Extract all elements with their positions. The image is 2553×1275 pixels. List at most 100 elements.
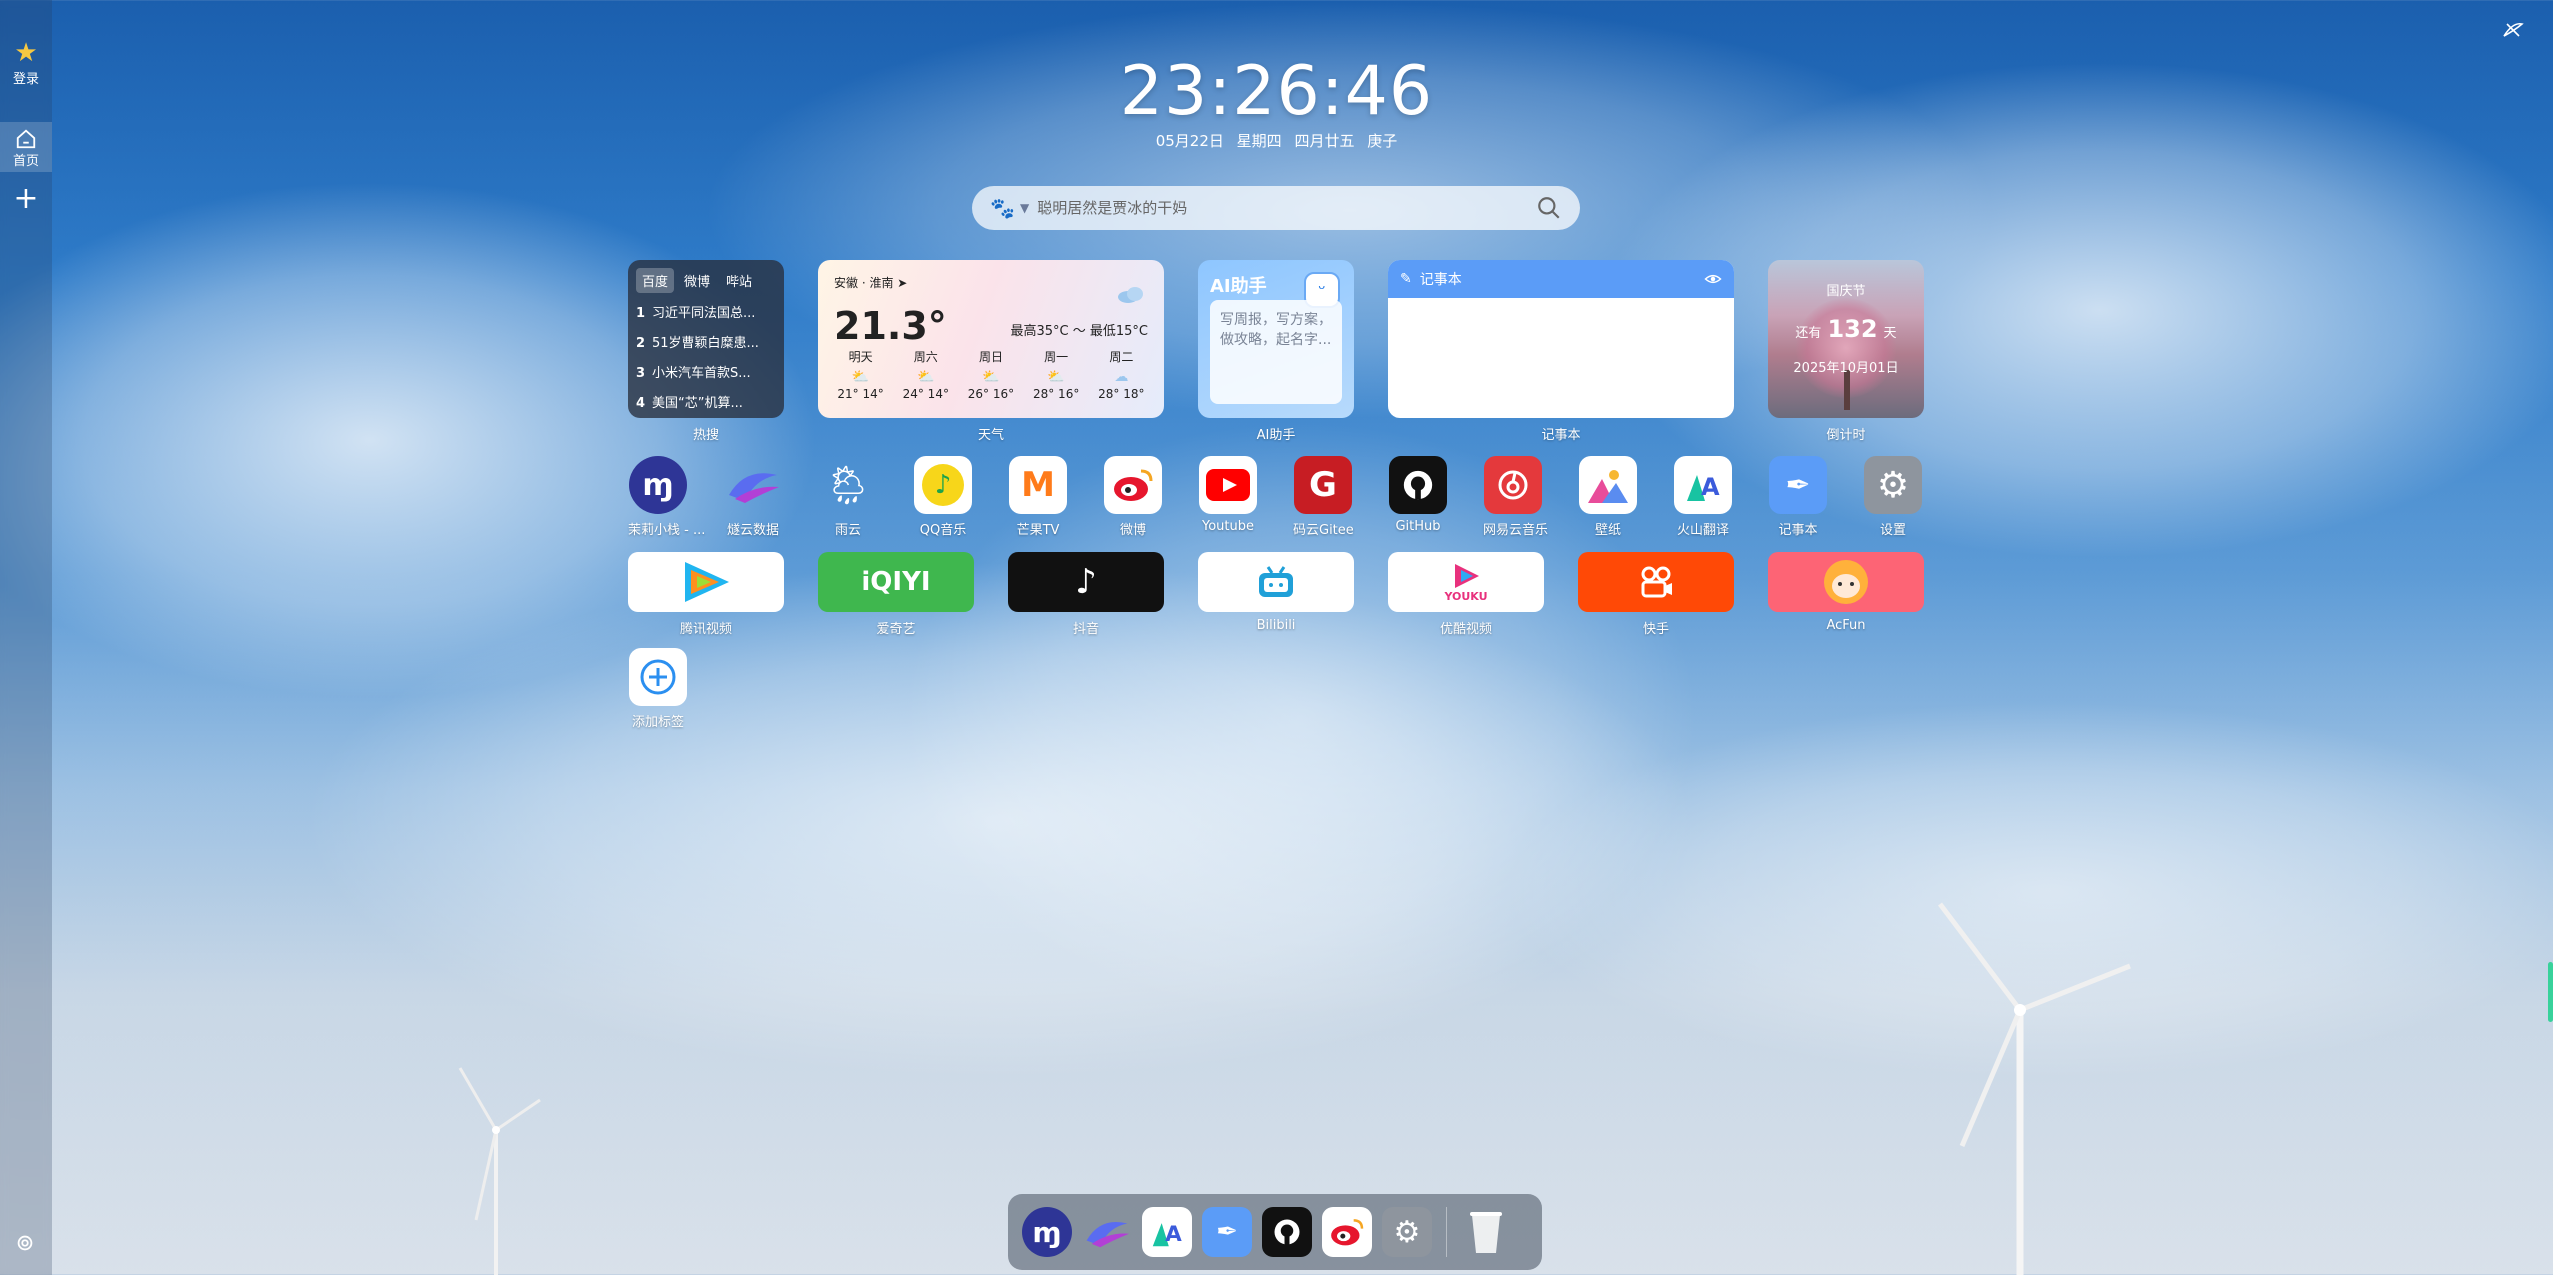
location-arrow-icon: ➤ bbox=[897, 276, 908, 290]
chevron-down-icon[interactable]: ▼ bbox=[1020, 201, 1029, 215]
volcano-translate-icon[interactable]: A bbox=[1142, 1207, 1192, 1257]
plus-icon: + bbox=[13, 181, 39, 216]
app-youtube[interactable]: Youtube bbox=[1198, 456, 1258, 534]
tencent-video-icon bbox=[628, 552, 784, 612]
hot-item[interactable]: 3 小米汽车首款S... bbox=[636, 359, 776, 389]
forecast-day: 周六 ⛅ 24° 14° bbox=[902, 350, 949, 401]
swirl-logo-icon[interactable] bbox=[1082, 1207, 1132, 1257]
app-mango-tv[interactable]: M 芒果TV bbox=[1008, 456, 1068, 538]
countdown-widget-label: 倒计时 bbox=[1826, 428, 1866, 443]
app-acfun[interactable]: AcFun bbox=[1768, 552, 1924, 633]
app-github[interactable]: GitHub bbox=[1388, 456, 1448, 534]
settings-gear-icon[interactable]: ⚙ bbox=[1382, 1207, 1432, 1257]
app-kuaishou[interactable]: 快手 bbox=[1578, 552, 1734, 637]
tab-baidu[interactable]: 百度 bbox=[636, 268, 675, 293]
youku-icon: YOUKU bbox=[1388, 552, 1544, 612]
search-icon[interactable] bbox=[1536, 195, 1562, 221]
trash-bin-icon[interactable] bbox=[1461, 1207, 1511, 1257]
notebook-header: ✎ 记事本 bbox=[1388, 260, 1734, 298]
partly-sunny-icon: ⛅ bbox=[1047, 369, 1065, 385]
app-suiyun-data[interactable]: 燧云数据 bbox=[723, 456, 783, 538]
github-icon[interactable] bbox=[1262, 1207, 1312, 1257]
baidu-paw-icon[interactable]: 🐾 bbox=[990, 196, 1015, 220]
sun-rain-cloud-icon: 🌦 bbox=[823, 462, 873, 507]
kuaishou-icon bbox=[1578, 552, 1734, 612]
date-ganzhi: 庚子 bbox=[1367, 132, 1398, 150]
tab-bilibili[interactable]: 哔站 bbox=[720, 268, 758, 293]
wind-turbine-left bbox=[458, 1067, 541, 1275]
weather-range: 最高35°C ～ 最低15°C bbox=[1010, 324, 1148, 339]
forecast-day: 明天 ⛅ 21° 14° bbox=[837, 350, 884, 401]
add-tab-button[interactable]: 添加标签 bbox=[628, 648, 688, 730]
weather-widget[interactable]: 安徽 · 淮南 ➤ 21.3° 最高35°C ～ 最低15°C 明天 ⛅ 21° 1… bbox=[818, 260, 1164, 418]
forecast-day: 周日 ⛅ 26° 16° bbox=[967, 350, 1015, 401]
weather-widget-label: 天气 bbox=[977, 428, 1004, 443]
svg-text:A: A bbox=[1701, 473, 1720, 501]
app-douyin[interactable]: ♪ 抖音 bbox=[1008, 552, 1164, 637]
app-settings[interactable]: ⚙ 设置 bbox=[1863, 456, 1923, 538]
settings-gear-icon: ⚙ bbox=[1864, 456, 1922, 514]
weibo-icon bbox=[1104, 456, 1162, 514]
ai-assistant-widget[interactable]: AI助手 ᵕ 写周报，写方案，做攻略，起名字... bbox=[1198, 260, 1354, 418]
swirl-logo-icon bbox=[724, 456, 782, 514]
github-icon bbox=[1389, 456, 1447, 514]
eye-icon[interactable] bbox=[1704, 270, 1722, 288]
wallpaper-icon bbox=[1579, 456, 1637, 514]
cloud-icon bbox=[1118, 287, 1143, 303]
plus-circle-icon bbox=[629, 648, 687, 706]
date-weekday: 星期四 bbox=[1236, 132, 1282, 150]
hot-search-widget[interactable]: 百度 微博 哔站 1 习近平同法国总... 2 51岁曹颖白糜患... 3 小米汽车首… bbox=[628, 260, 784, 418]
app-notebook[interactable]: ✒ 记事本 bbox=[1768, 456, 1828, 538]
molly-m-icon[interactable]: ɱ bbox=[1022, 1207, 1072, 1257]
app-yuyun[interactable]: 🌦 雨云 bbox=[818, 456, 878, 539]
side-scroll-indicator[interactable] bbox=[2548, 962, 2553, 1022]
countdown-widget[interactable]: 国庆节 还有 132 天 2025年10月01日 bbox=[1768, 260, 1924, 418]
gitee-icon: G bbox=[1294, 456, 1352, 514]
weibo-icon[interactable] bbox=[1322, 1207, 1372, 1257]
wallpaper-switch-icon[interactable] bbox=[2501, 18, 2525, 42]
hot-widget-label: 热搜 bbox=[692, 428, 719, 443]
notebook-widget-label: 记事本 bbox=[1541, 428, 1581, 443]
app-tencent-video[interactable]: 腾讯视频 bbox=[628, 552, 784, 637]
partly-sunny-icon: ⛅ bbox=[851, 369, 870, 385]
partly-sunny-icon: ⛅ bbox=[917, 369, 935, 385]
app-molly[interactable]: ɱ 茉莉小栈 - ... bbox=[628, 456, 705, 538]
notebook-feather-icon[interactable]: ✒ bbox=[1202, 1207, 1252, 1257]
sidebar-home-label: 首页 bbox=[12, 154, 39, 169]
svg-text:A: A bbox=[1165, 1222, 1182, 1247]
search-input[interactable] bbox=[1037, 199, 1536, 217]
date-day: 05月22日 bbox=[1155, 132, 1224, 150]
countdown-date: 2025年10月01日 bbox=[1793, 361, 1899, 376]
hot-item[interactable]: 1 习近平同法国总... bbox=[636, 299, 776, 329]
app-weibo[interactable]: 微博 bbox=[1103, 456, 1163, 538]
countdown-event: 国庆节 bbox=[1826, 284, 1866, 299]
notebook-widget[interactable]: ✎ 记事本 bbox=[1388, 260, 1734, 418]
dock-separator bbox=[1446, 1207, 1447, 1257]
app-iqiyi[interactable]: iQIYI 爱奇艺 bbox=[818, 552, 974, 637]
tree-trunk bbox=[1844, 370, 1850, 410]
app-gitee[interactable]: G 码云Gitee bbox=[1293, 456, 1354, 538]
hot-item[interactable]: 4 美国“芯”机算... bbox=[636, 389, 776, 418]
qq-music-icon: ♪ bbox=[914, 456, 972, 514]
app-wallpaper[interactable]: 壁纸 bbox=[1578, 456, 1638, 538]
cloud-icon: ☁ bbox=[1114, 369, 1129, 385]
app-youku[interactable]: YOUKU 优酷视频 bbox=[1388, 552, 1544, 637]
forecast-day: 周一 ⛅ 28° 16° bbox=[1032, 350, 1080, 401]
feather-pen-icon: ✎ bbox=[1400, 271, 1412, 287]
tab-weibo[interactable]: 微博 bbox=[678, 268, 716, 293]
date-lunar: 四月廿五 bbox=[1294, 132, 1355, 150]
hot-item[interactable]: 2 51岁曹颖白糜患... bbox=[636, 329, 776, 359]
search-bar: 🐾 ▼ bbox=[972, 186, 1580, 230]
app-volcano-translate[interactable]: A 火山翻译 bbox=[1673, 456, 1733, 538]
weather-location: 安徽 · 淮南 ➤ bbox=[834, 276, 908, 290]
app-qq-music[interactable]: ♪ QQ音乐 bbox=[913, 456, 973, 538]
youtube-icon bbox=[1199, 456, 1257, 514]
ai-prompt-text[interactable]: 写周报，写方案，做攻略，起名字... bbox=[1210, 300, 1342, 404]
add-page-button[interactable]: + bbox=[0, 184, 52, 214]
sidebar-settings-gear-icon[interactable] bbox=[14, 1232, 36, 1254]
app-netease-music[interactable]: 网易云音乐 bbox=[1483, 456, 1548, 538]
mango-tv-icon: M bbox=[1009, 456, 1067, 514]
clock-date: 05月22日 星期四 四月廿五 庚子 bbox=[0, 130, 2553, 151]
forecast-day: 周二 ☁ 28° 18° bbox=[1098, 350, 1145, 401]
app-bilibili[interactable]: Bilibili bbox=[1198, 552, 1354, 633]
